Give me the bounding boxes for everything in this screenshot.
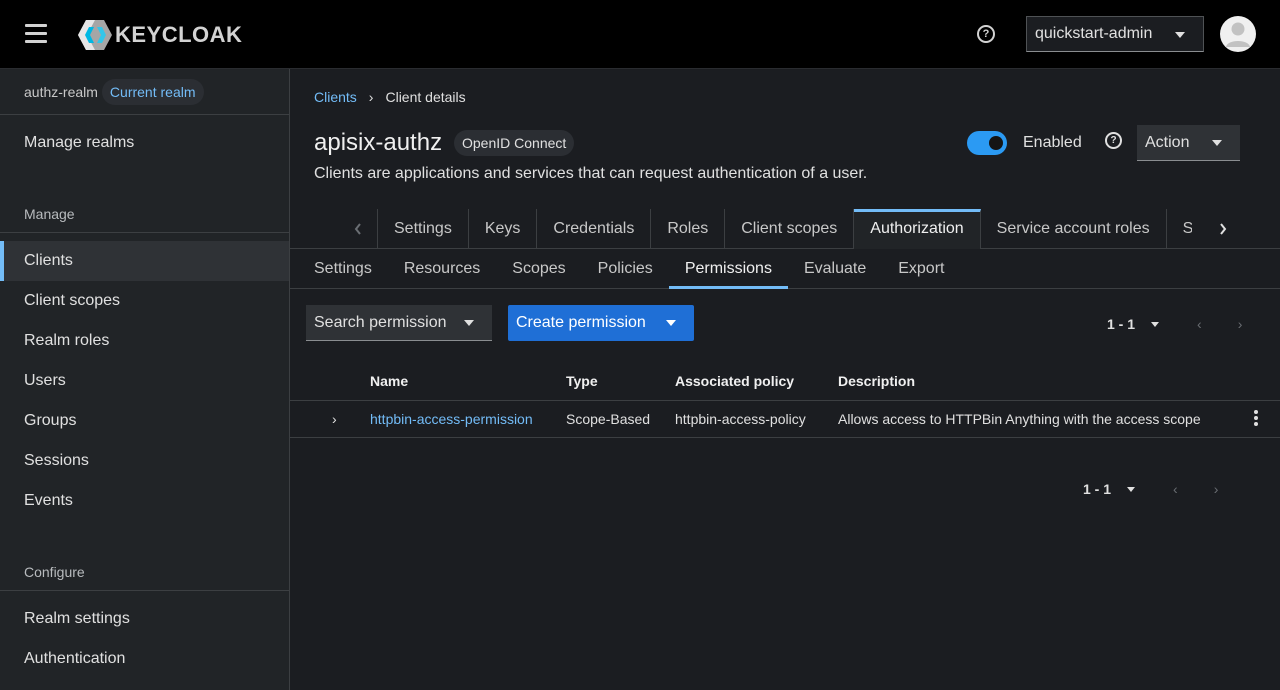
sidebar-item-events[interactable]: Events <box>0 481 289 521</box>
toggle-knob <box>989 136 1003 150</box>
subtab-resources[interactable]: Resources <box>388 249 496 289</box>
create-permission-button[interactable]: Create permission <box>508 305 694 341</box>
permission-policy: httpbin-access-policy <box>675 411 806 427</box>
sidebar: authz-realm Current realm Manage realms … <box>0 69 290 690</box>
caret-down-icon[interactable] <box>1151 321 1160 327</box>
chevron-left-icon <box>354 222 361 235</box>
sidebar-item-sessions[interactable]: Sessions <box>0 441 289 481</box>
main-content: Clients › Client details apisix-authz Op… <box>290 69 1280 690</box>
enabled-label: Enabled <box>1023 134 1082 151</box>
column-associated-policy: Associated policy <box>675 373 795 389</box>
keycloak-logo[interactable]: KEYCLOAK <box>77 18 242 52</box>
search-permission-dropdown[interactable]: Search permission <box>306 305 492 341</box>
tab-client-scopes[interactable]: Client scopes <box>725 209 855 248</box>
current-realm-badge: Current realm <box>101 78 204 105</box>
chevron-right-icon: › <box>368 89 374 105</box>
sidebar-item-authentication[interactable]: Authentication <box>0 639 289 679</box>
masthead: KEYCLOAK ? quickstart-admin <box>0 0 1280 69</box>
pagination-count[interactable]: 1 - 1 <box>1083 481 1111 497</box>
sidebar-item-users[interactable]: Users <box>0 361 289 401</box>
sidebar-item-manage-realms[interactable]: Manage realms <box>0 123 289 163</box>
sidebar-divider <box>0 590 289 591</box>
enabled-toggle[interactable] <box>967 131 1007 155</box>
realm-name: authz-realm <box>24 83 98 100</box>
page-description: Clients are applications and services th… <box>314 165 868 182</box>
caret-down-icon <box>464 320 474 326</box>
subtab-export[interactable]: Export <box>882 249 960 289</box>
tab-roles[interactable]: Roles <box>651 209 726 248</box>
client-tabs: Settings Keys Credentials Roles Client s… <box>290 209 1280 249</box>
help-icon[interactable]: ? <box>1105 132 1122 149</box>
chevron-left-icon[interactable]: ‹ <box>1173 481 1178 497</box>
logo-text: KEYCLOAK <box>115 22 243 47</box>
breadcrumb: Clients › Client details <box>314 89 466 105</box>
search-permission-label: Search permission <box>314 313 447 331</box>
tab-credentials[interactable]: Credentials <box>537 209 652 248</box>
sidebar-item-realm-roles[interactable]: Realm roles <box>0 321 289 361</box>
protocol-badge: OpenID Connect <box>454 130 575 156</box>
subtab-settings[interactable]: Settings <box>298 249 388 289</box>
sidebar-item-clients[interactable]: Clients <box>0 241 289 281</box>
sidebar-item-client-scopes[interactable]: Client scopes <box>0 281 289 321</box>
subtab-evaluate[interactable]: Evaluate <box>788 249 882 289</box>
pagination-top: 1 - 1 ‹ › <box>1107 316 1242 332</box>
table-row: › httpbin-access-permission Scope-Based … <box>290 401 1280 438</box>
tabs-scroll-right[interactable] <box>1203 209 1243 248</box>
caret-down-icon <box>1212 140 1222 146</box>
tabs-scroll-left[interactable] <box>338 209 378 248</box>
keycloak-logo-icon <box>78 20 112 50</box>
tab-sessions-truncated[interactable]: Se <box>1167 209 1192 248</box>
pagination-bottom: 1 - 1 ‹ › <box>1083 481 1218 497</box>
expand-row-icon[interactable]: › <box>332 411 337 427</box>
user-avatar-icon[interactable] <box>1220 16 1256 52</box>
action-label: Action <box>1145 133 1190 151</box>
column-type: Type <box>566 373 598 389</box>
sidebar-item-groups[interactable]: Groups <box>0 401 289 441</box>
user-menu-label: quickstart-admin <box>1035 25 1153 42</box>
sidebar-section-manage: Manage <box>24 206 75 222</box>
action-dropdown[interactable]: Action <box>1137 125 1240 161</box>
permission-name-link[interactable]: httpbin-access-permission <box>370 411 533 427</box>
authorization-subtabs: Settings Resources Scopes Policies Permi… <box>290 249 1280 289</box>
tab-settings[interactable]: Settings <box>378 209 469 248</box>
permission-description: Allows access to HTTPBin Anything with t… <box>838 411 1201 427</box>
chevron-right-icon[interactable]: › <box>1214 481 1219 497</box>
pagination-count[interactable]: 1 - 1 <box>1107 316 1135 332</box>
permissions-table: Name Type Associated policy Description … <box>290 361 1280 438</box>
help-icon[interactable]: ? <box>977 25 995 43</box>
tab-authorization[interactable]: Authorization <box>854 209 981 249</box>
column-name[interactable]: Name <box>370 373 408 389</box>
create-permission-label: Create permission <box>516 314 646 331</box>
subtab-permissions[interactable]: Permissions <box>668 249 788 289</box>
tab-keys[interactable]: Keys <box>469 209 538 248</box>
sidebar-item-realm-settings[interactable]: Realm settings <box>0 599 289 639</box>
kebab-icon[interactable] <box>1252 410 1260 428</box>
hamburger-icon[interactable] <box>25 24 47 44</box>
sidebar-divider <box>0 232 289 233</box>
table-header: Name Type Associated policy Description <box>290 361 1280 401</box>
breadcrumb-clients-link[interactable]: Clients <box>314 89 357 105</box>
caret-down-icon <box>1175 32 1185 38</box>
column-description: Description <box>838 373 916 389</box>
breadcrumb-current: Client details <box>385 89 466 105</box>
tab-strip: Settings Keys Credentials Roles Client s… <box>378 209 1192 249</box>
subtab-scopes[interactable]: Scopes <box>496 249 581 289</box>
caret-down-icon <box>666 320 676 326</box>
permission-type: Scope-Based <box>566 411 651 427</box>
tab-service-account-roles[interactable]: Service account roles <box>981 209 1167 248</box>
chevron-right-icon <box>1220 222 1227 235</box>
sidebar-section-configure: Configure <box>24 564 85 580</box>
caret-down-icon[interactable] <box>1127 486 1136 492</box>
chevron-left-icon[interactable]: ‹ <box>1197 316 1202 332</box>
subtab-policies[interactable]: Policies <box>582 249 669 289</box>
user-menu-dropdown[interactable]: quickstart-admin <box>1026 16 1204 52</box>
chevron-right-icon[interactable]: › <box>1238 316 1243 332</box>
page-title: apisix-authz <box>314 129 443 156</box>
realm-selector[interactable]: authz-realm Current realm <box>0 69 289 115</box>
